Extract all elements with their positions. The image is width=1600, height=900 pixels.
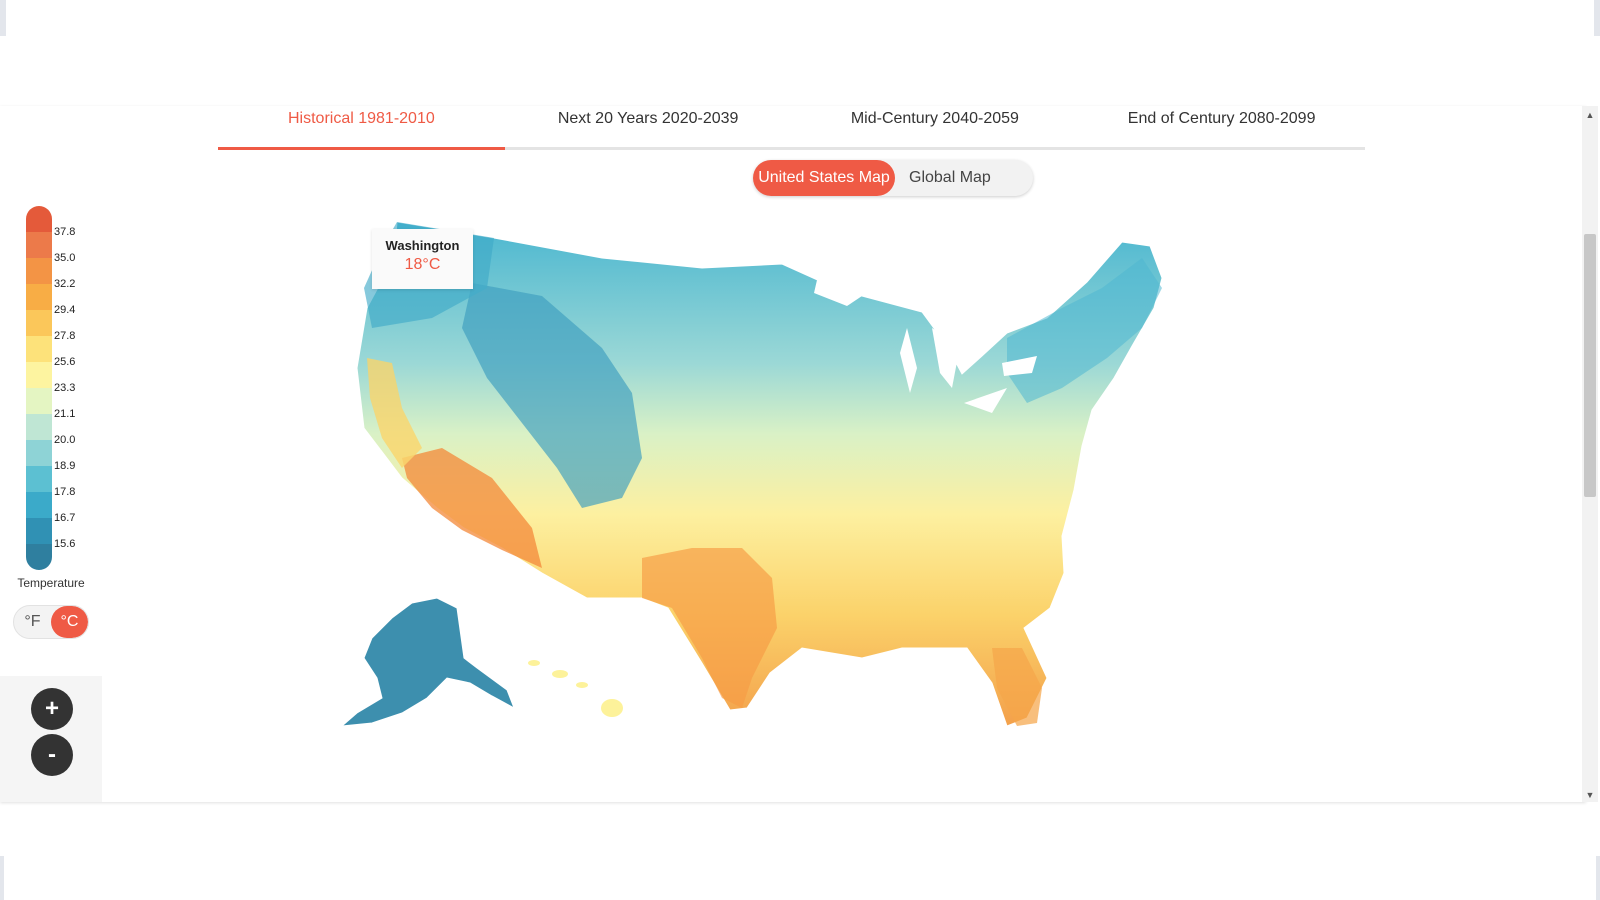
- alaska-shape[interactable]: [340, 597, 515, 727]
- climate-map-app: Historical 1981-2010 Next 20 Years 2020-…: [0, 106, 1586, 802]
- tooltip-temperature-value: 18°C: [404, 256, 441, 273]
- left-control-panel: 37.8 35.0 32.2 29.4 27.8 25.6 23.3 21.1 20.0 18.9…: [0, 178, 103, 802]
- scroll-down-arrow-icon[interactable]: ▼: [1582, 788, 1598, 802]
- period-tabs: Historical 1981-2010 Next 20 Years 2020-…: [218, 106, 1365, 150]
- tab-end-of-century[interactable]: End of Century 2080-2099: [1078, 106, 1365, 147]
- unit-toggle[interactable]: °F °C: [13, 605, 89, 639]
- tab-next-20-years[interactable]: Next 20 Years 2020-2039: [505, 106, 792, 147]
- legend-swatch: [26, 310, 52, 336]
- scrollbar-thumb[interactable]: [1584, 234, 1596, 497]
- legend-label: 20.0: [54, 434, 76, 446]
- legend-swatch: [26, 206, 52, 232]
- legend-label: 29.4: [54, 304, 76, 316]
- legend-label: 23.3: [54, 382, 76, 394]
- map-content: 37.8 35.0 32.2 29.4 27.8 25.6 23.3 21.1 20.0 18.9…: [0, 160, 1586, 802]
- scroll-up-arrow-icon[interactable]: ▲: [1582, 108, 1598, 122]
- legend-label: 32.2: [54, 278, 76, 290]
- tab-historical[interactable]: Historical 1981-2010: [218, 106, 505, 150]
- legend-label: 35.0: [54, 252, 76, 264]
- legend-swatch: [26, 440, 52, 466]
- legend-title: Temperature: [17, 576, 85, 590]
- legend-label: 37.8: [54, 226, 76, 238]
- us-temperature-map[interactable]: [102, 178, 1586, 802]
- fahrenheit-option[interactable]: °F: [14, 606, 51, 638]
- legend-label: 16.7: [54, 512, 76, 524]
- legend-swatch: [26, 466, 52, 492]
- celsius-option[interactable]: °C: [51, 606, 88, 638]
- global-map-option[interactable]: Global Map: [895, 160, 1005, 196]
- temperature-legend: 37.8 35.0 32.2 29.4 27.8 25.6 23.3 21.1 20.0 18.9…: [0, 178, 102, 676]
- tooltip-region-name: Washington: [385, 238, 460, 253]
- legend-color-scale: [26, 206, 52, 570]
- page-edge: [1594, 0, 1600, 36]
- legend-swatch: [26, 518, 52, 544]
- legend-label: 27.8: [54, 330, 76, 342]
- legend-swatch: [26, 232, 52, 258]
- legend-label: 17.8: [54, 486, 76, 498]
- legend-swatch: [26, 492, 52, 518]
- map-type-toggle[interactable]: United States Map Global Map: [753, 160, 1033, 196]
- legend-swatch: [26, 336, 52, 362]
- page-edge: [1596, 856, 1600, 900]
- hawaii-islands[interactable]: [528, 660, 623, 717]
- legend-swatch: [26, 284, 52, 310]
- legend-swatch: [26, 258, 52, 284]
- legend-label: 21.1: [54, 408, 76, 420]
- legend-label: 18.9: [54, 460, 76, 472]
- map-area[interactable]: United States Map Global Map: [102, 160, 1586, 802]
- zoom-out-button[interactable]: -: [31, 734, 73, 776]
- tab-mid-century[interactable]: Mid-Century 2040-2059: [792, 106, 1079, 147]
- zoom-in-button[interactable]: +: [31, 688, 73, 730]
- us-map-option[interactable]: United States Map: [753, 160, 895, 196]
- page-edge: [0, 856, 4, 900]
- region-tooltip: Washington 18°C: [372, 229, 473, 289]
- legend-label: 25.6: [54, 356, 76, 368]
- legend-swatch: [26, 414, 52, 440]
- legend-swatch: [26, 544, 52, 570]
- legend-swatch: [26, 388, 52, 414]
- page-edge: [0, 0, 6, 36]
- legend-label: 15.6: [54, 538, 76, 550]
- legend-swatch: [26, 362, 52, 388]
